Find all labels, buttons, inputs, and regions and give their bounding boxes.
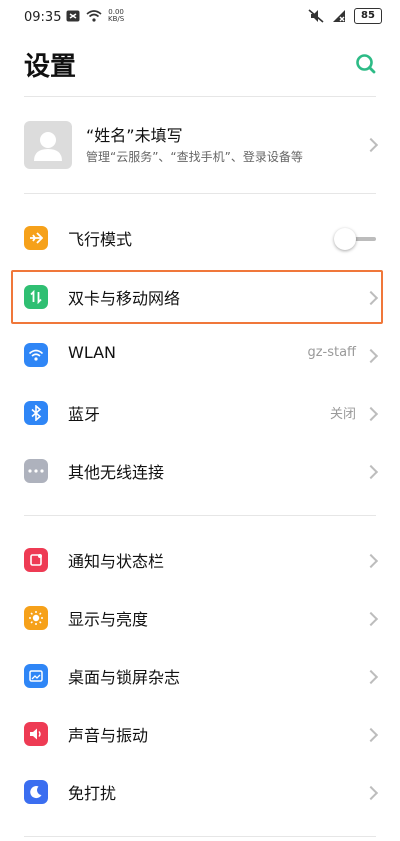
setting-other-wireless[interactable]: 其他无线连接	[0, 443, 400, 499]
page-title: 设置	[24, 52, 77, 82]
sound-icon	[24, 722, 48, 746]
person-icon	[34, 132, 62, 161]
airplane-icon	[24, 226, 48, 250]
moon-icon	[24, 780, 48, 804]
status-time: 09:35	[24, 10, 62, 25]
chevron-right-icon	[363, 406, 379, 422]
airplane-mode-toggle[interactable]	[334, 228, 378, 250]
speed-unit: KB/S	[108, 15, 125, 23]
setting-display-brightness[interactable]: 显示与亮度	[0, 590, 400, 646]
toggle-knob	[334, 228, 356, 250]
setting-label: 双卡与移动网络	[68, 289, 181, 308]
divider	[24, 515, 376, 516]
setting-home-lockscreen[interactable]: 桌面与锁屏杂志	[0, 648, 400, 704]
setting-label: 通知与状态栏	[68, 552, 165, 571]
setting-label: 桌面与锁屏杂志	[68, 668, 181, 687]
bluetooth-icon	[24, 401, 48, 425]
wifi-icon	[86, 10, 102, 22]
profile-name: “姓名”未填写	[86, 126, 183, 145]
avatar	[24, 121, 72, 169]
chevron-right-icon	[363, 290, 379, 306]
setting-label: 蓝牙	[68, 405, 101, 424]
wlan-network-name: gz-staff	[307, 345, 356, 360]
battery-indicator: 85	[354, 8, 382, 24]
status-icons-right: 85	[308, 8, 382, 24]
chevron-right-icon	[363, 137, 379, 153]
chevron-right-icon	[363, 727, 379, 743]
chevron-right-icon	[363, 611, 379, 627]
setting-notifications[interactable]: 通知与状态栏	[0, 532, 400, 588]
setting-label: 其他无线连接	[68, 463, 165, 482]
divider	[24, 96, 376, 97]
setting-dual-sim[interactable]: 双卡与移动网络	[0, 269, 400, 325]
more-icon	[24, 459, 48, 483]
mute-icon	[308, 9, 324, 23]
setting-label: 声音与振动	[68, 726, 149, 745]
chevron-right-icon	[363, 669, 379, 685]
chevron-right-icon	[363, 464, 379, 480]
search-icon	[356, 54, 376, 74]
setting-do-not-disturb[interactable]: 免打扰	[0, 764, 400, 820]
network-speed: 0.00 KB/S	[108, 9, 124, 23]
status-bar: 09:35 0.00 KB/S 85	[0, 0, 400, 34]
bluetooth-status: 关闭	[329, 407, 356, 422]
divider	[24, 836, 376, 837]
wallpaper-icon	[24, 664, 48, 688]
setting-bluetooth[interactable]: 蓝牙 关闭	[0, 385, 400, 441]
chevron-right-icon	[363, 553, 379, 569]
header: 设置	[0, 40, 400, 90]
setting-wlan[interactable]: WLAN gz-staff	[0, 327, 400, 383]
signal-off-icon	[333, 10, 345, 22]
setting-label: 显示与亮度	[68, 610, 149, 629]
profile-subtitle: 管理“云服务”、“查找手机”、登录设备等	[86, 150, 303, 164]
status-icons-left: 0.00 KB/S	[66, 9, 124, 23]
setting-airplane-mode[interactable]: 飞行模式	[0, 210, 400, 266]
wifi-icon	[24, 343, 48, 367]
search-button[interactable]	[352, 50, 380, 78]
chevron-right-icon	[363, 348, 379, 364]
notification-icon	[66, 10, 80, 22]
chevron-right-icon	[363, 785, 379, 801]
setting-sound-vibration[interactable]: 声音与振动	[0, 706, 400, 762]
setting-label: WLAN	[68, 343, 117, 362]
notification-icon	[24, 548, 48, 572]
setting-label: 飞行模式	[68, 230, 133, 249]
profile-card[interactable]: “姓名”未填写 管理“云服务”、“查找手机”、登录设备等	[0, 115, 400, 175]
divider	[24, 193, 376, 194]
brightness-icon	[24, 606, 48, 630]
dual-sim-icon	[24, 285, 48, 309]
setting-label: 免打扰	[68, 784, 117, 803]
